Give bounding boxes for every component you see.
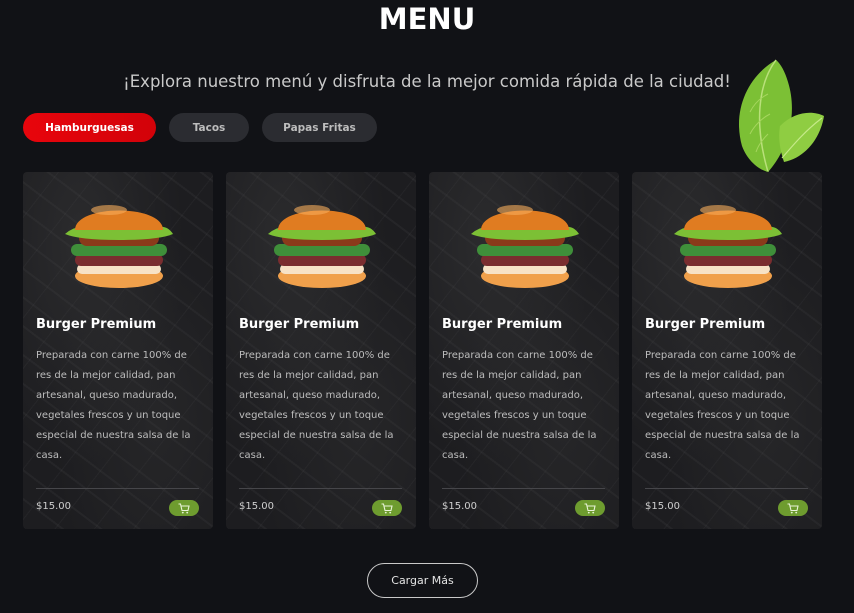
card-title: Burger Premium xyxy=(442,317,563,332)
card-description: Preparada con carne 100% de res de la me… xyxy=(645,350,800,461)
tab-hamburguesas[interactable]: Hamburguesas xyxy=(23,113,156,142)
card-description: Preparada con carne 100% de res de la me… xyxy=(442,350,597,461)
shopping-cart-icon xyxy=(584,502,596,513)
category-tabs: Hamburguesas Tacos Papas Fritas xyxy=(23,113,390,142)
add-to-cart-button[interactable] xyxy=(778,500,808,516)
card-price: $15.00 xyxy=(645,501,680,512)
card-divider xyxy=(442,488,605,489)
shopping-cart-icon xyxy=(178,502,190,513)
card-divider xyxy=(36,488,199,489)
card-title: Burger Premium xyxy=(239,317,360,332)
card-description: Preparada con carne 100% de res de la me… xyxy=(239,350,394,461)
card-price: $15.00 xyxy=(442,501,477,512)
burger-image xyxy=(471,205,579,288)
card-description: Preparada con carne 100% de res de la me… xyxy=(36,350,191,461)
menu-card: Burger Premium Preparada con carne 100% … xyxy=(226,172,416,529)
load-more-button[interactable]: Cargar Más xyxy=(367,563,478,598)
menu-card: Burger Premium Preparada con carne 100% … xyxy=(429,172,619,529)
burger-image xyxy=(268,205,376,288)
card-divider xyxy=(239,488,402,489)
card-price: $15.00 xyxy=(239,501,274,512)
shopping-cart-icon xyxy=(787,502,799,513)
add-to-cart-button[interactable] xyxy=(169,500,199,516)
shopping-cart-icon xyxy=(381,502,393,513)
card-title: Burger Premium xyxy=(645,317,766,332)
add-to-cart-button[interactable] xyxy=(372,500,402,516)
tab-papas-fritas[interactable]: Papas Fritas xyxy=(262,113,377,142)
menu-card: Burger Premium Preparada con carne 100% … xyxy=(23,172,213,529)
add-to-cart-button[interactable] xyxy=(575,500,605,516)
page-subtitle: ¡Explora nuestro menú y disfruta de la m… xyxy=(123,72,731,91)
menu-card: Burger Premium Preparada con carne 100% … xyxy=(632,172,822,529)
basil-leaf-image xyxy=(739,59,824,176)
card-price: $15.00 xyxy=(36,501,71,512)
card-title: Burger Premium xyxy=(36,317,157,332)
burger-image xyxy=(65,205,173,288)
tab-tacos[interactable]: Tacos xyxy=(169,113,249,142)
page-title: MENU xyxy=(378,2,476,36)
card-divider xyxy=(645,488,808,489)
burger-image xyxy=(674,205,782,288)
